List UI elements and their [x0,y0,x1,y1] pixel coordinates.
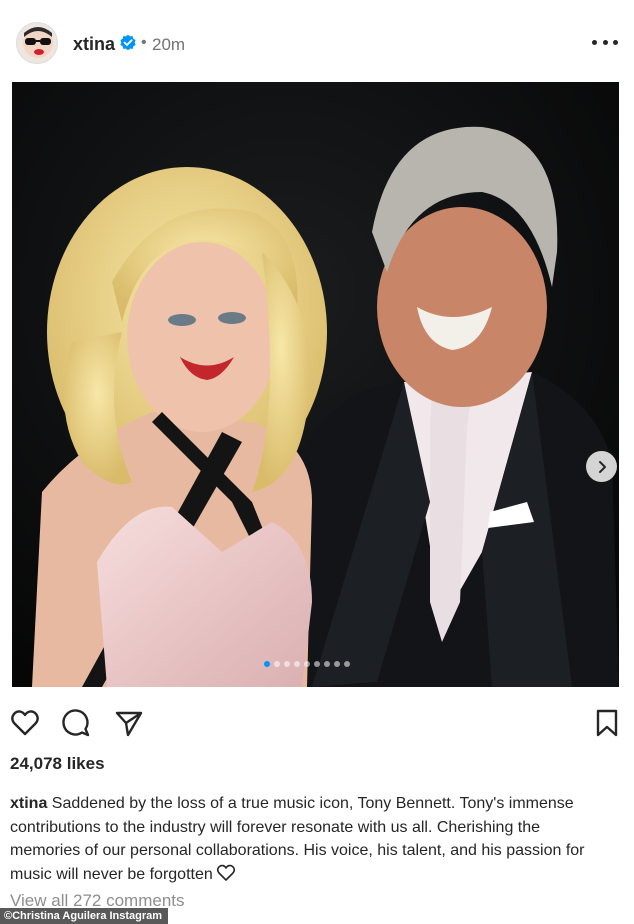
post-image[interactable] [12,82,619,687]
carousel-dot [314,661,320,667]
chevron-right-icon [598,460,606,473]
carousel-dot [334,661,340,667]
carousel-dot [274,661,280,667]
carousel-dot [294,661,300,667]
caption-username[interactable]: xtina [10,795,47,812]
bookmark-icon[interactable] [592,708,622,738]
carousel-dot [284,661,290,667]
avatar-image [17,23,57,63]
action-bar [0,700,634,740]
post-photo [12,82,619,687]
carousel-dot [324,661,330,667]
post-header: xtina • 20m [0,0,634,82]
more-options-icon[interactable] [592,34,618,50]
post-timestamp[interactable]: 20m [152,35,185,55]
heart-icon[interactable] [10,708,40,738]
carousel-indicator [264,661,350,669]
caption-text: Saddened by the loss of a true music ico… [10,795,585,883]
carousel-dot [304,661,310,667]
avatar[interactable] [16,22,58,64]
heart-outline-icon [216,864,235,881]
carousel-next-button[interactable] [586,451,617,482]
post-username[interactable]: xtina [73,34,115,55]
carousel-dot [344,661,350,667]
share-icon[interactable] [114,708,144,738]
separator-dot: • [141,34,147,51]
carousel-dot [264,661,270,667]
verified-badge-icon [120,34,136,51]
image-credit-watermark: ©Christina Aguilera Instagram [0,908,169,924]
comment-icon[interactable] [61,708,91,738]
likes-count[interactable]: 24,078 likes [10,754,105,774]
post-caption: xtina Saddened by the loss of a true mus… [10,792,610,886]
